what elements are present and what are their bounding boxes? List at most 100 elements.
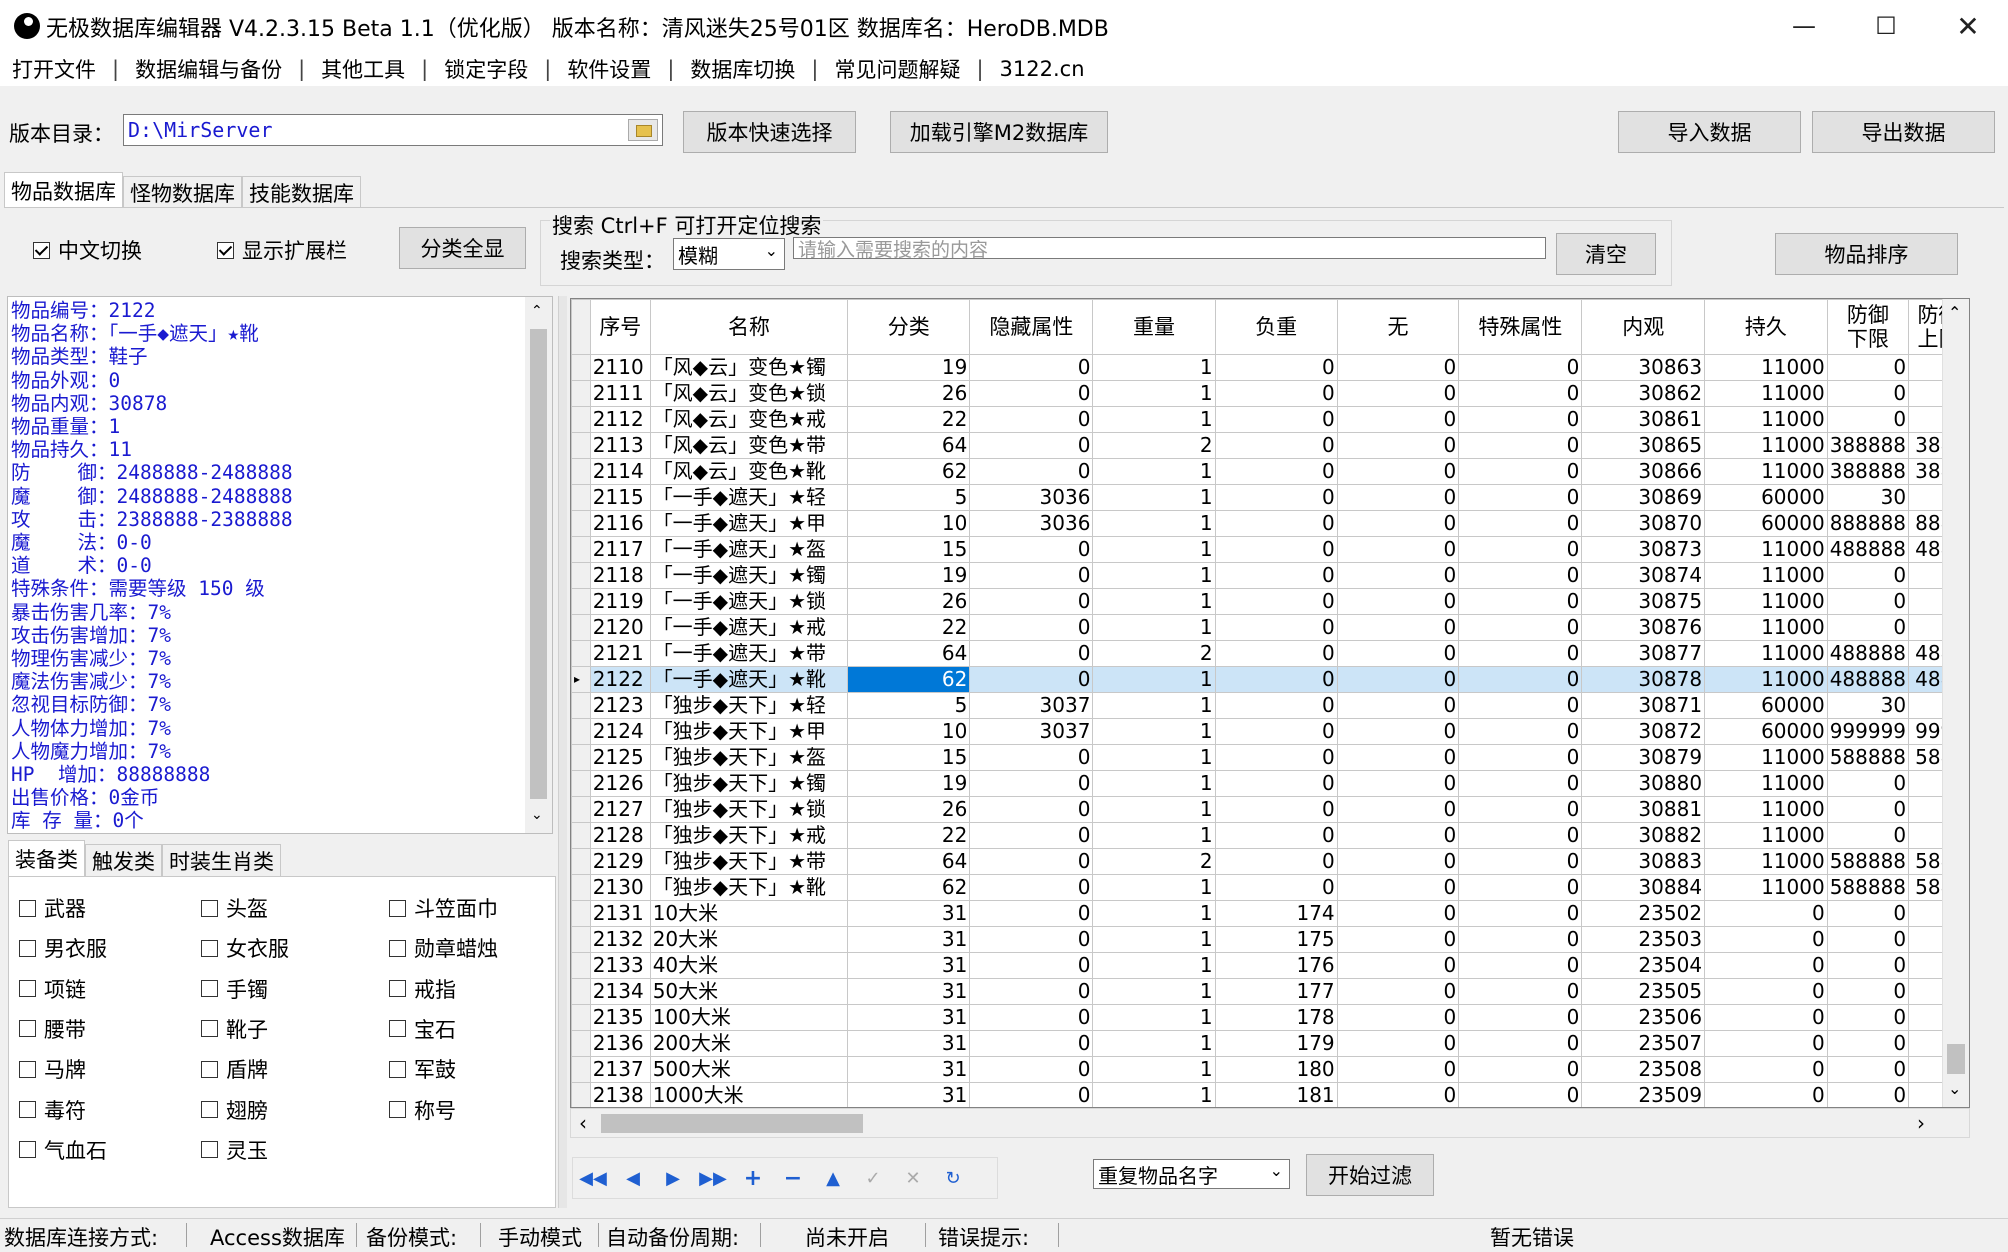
table-cell[interactable]: 179 [1214,1030,1338,1057]
table-row[interactable]: 2126 「独步◆天下」★镯 19 0 1 0 0 0 30880 11000 0 [571,770,1969,797]
table-cell[interactable]: 「风◆云」变色★锁 [649,380,849,407]
tab-skill-db[interactable]: 技能数据库 [242,176,361,208]
table-cell[interactable]: 0 [1458,848,1583,875]
table-cell[interactable]: 388888 [1826,458,1910,485]
table-cell[interactable]: 23507 [1581,1030,1706,1057]
category-checkbox[interactable] [201,980,218,998]
table-cell[interactable]: 3036 [969,484,1094,511]
table-cell[interactable]: 0 [1214,874,1338,901]
category-checkbox[interactable] [201,1141,218,1159]
table-cell[interactable]: 1 [1092,1082,1216,1107]
table-cell[interactable]: 「一手◆遮天」★轻 [649,484,849,511]
table-cell[interactable]: 23503 [1581,926,1706,953]
table-cell[interactable]: 30877 [1581,640,1706,667]
table-cell[interactable]: 0 [1214,536,1338,563]
table-row[interactable]: 2118 「一手◆遮天」★镯 19 0 1 0 0 0 30874 11000 0 [571,562,1969,589]
row-indicator[interactable] [571,380,591,407]
table-cell[interactable]: 3037 [969,692,1094,719]
row-indicator[interactable] [571,926,591,953]
table-cell[interactable]: 0 [1336,874,1460,901]
category-checkbox[interactable] [389,1101,406,1118]
table-cell[interactable]: 「风◆云」变色★镯 [649,354,849,381]
table-cell[interactable]: 0 [1826,1030,1910,1057]
search-input[interactable]: 请输入需要搜索的内容 [793,237,1546,261]
category-checkbox[interactable] [201,1101,218,1118]
table-cell[interactable]: 2129 [589,848,651,875]
table-cell[interactable]: 30862 [1581,380,1706,407]
table-cell[interactable]: 11000 [1704,536,1828,563]
row-indicator[interactable] [571,744,591,771]
table-row[interactable]: 2137 500大米 31 0 1 180 0 0 23508 0 0 [571,1056,1969,1083]
table-cell[interactable]: 0 [1336,640,1460,667]
table-cell[interactable]: 22 [847,406,971,433]
table-cell[interactable]: 40大米 [649,952,849,979]
category-checkbox[interactable] [389,980,406,998]
table-cell[interactable]: 31 [847,900,971,927]
table-cell[interactable]: 0 [1826,380,1910,407]
column-header[interactable]: 特殊属性 [1458,299,1583,355]
table-row[interactable]: 2135 100大米 31 0 1 178 0 0 23506 0 0 [571,1004,1969,1031]
column-header[interactable]: 负重 [1214,299,1338,355]
table-cell[interactable]: 0 [1214,692,1338,719]
table-cell[interactable]: 0 [1214,614,1338,641]
table-cell[interactable]: 0 [969,874,1094,901]
table-cell[interactable]: 2136 [589,1030,651,1057]
table-cell[interactable]: 0 [1214,380,1338,407]
table-cell[interactable]: 「独步◆天下」★靴 [649,874,849,901]
table-cell[interactable]: 0 [1826,562,1910,589]
table-cell[interactable]: 174 [1214,900,1338,927]
row-indicator[interactable] [571,406,591,433]
table-cell[interactable]: 0 [1336,406,1460,433]
table-cell[interactable]: 「独步◆天下」★锁 [649,796,849,823]
table-cell[interactable]: 11000 [1704,796,1828,823]
category-checkbox[interactable] [201,939,218,957]
tab-trigger[interactable]: 触发类 [85,844,162,876]
table-cell[interactable]: 30869 [1581,484,1706,511]
table-cell[interactable]: 0 [1458,744,1583,771]
table-row[interactable]: 2133 40大米 31 0 1 176 0 0 23504 0 0 [571,952,1969,979]
category-option[interactable]: 靴子 [201,1014,268,1044]
table-cell[interactable]: 11000 [1704,848,1828,875]
row-indicator[interactable] [571,432,591,459]
table-cell[interactable]: 0 [1826,1082,1910,1107]
table-cell[interactable]: 0 [1458,510,1583,537]
table-cell[interactable]: 1 [1092,588,1216,615]
tab-item-db[interactable]: 物品数据库 [4,172,123,208]
import-button[interactable]: 导入数据 [1618,111,1801,153]
table-cell[interactable]: 31 [847,926,971,953]
row-indicator[interactable] [571,510,591,537]
table-cell[interactable]: 5 [847,484,971,511]
table-cell[interactable]: 「一手◆遮天」★带 [649,640,849,667]
table-row[interactable]: 2138 1000大米 31 0 1 181 0 0 23509 0 0 [571,1082,1969,1107]
table-cell[interactable]: 11000 [1704,562,1828,589]
chinese-switch-checkbox[interactable] [33,241,50,259]
table-cell[interactable]: 0 [1458,770,1583,797]
table-cell[interactable]: 176 [1214,952,1338,979]
table-cell[interactable]: 2126 [589,770,651,797]
table-cell[interactable]: 11000 [1704,380,1828,407]
category-option[interactable]: 气血石 [19,1135,107,1165]
table-cell[interactable]: 11000 [1704,354,1828,381]
table-cell[interactable]: 1 [1092,796,1216,823]
table-cell[interactable]: 0 [1336,458,1460,485]
clear-button[interactable]: 清空 [1556,233,1656,275]
table-cell[interactable]: 1 [1092,666,1216,693]
table-cell[interactable]: 64 [847,640,971,667]
category-option[interactable]: 勋章蜡烛 [389,933,498,963]
table-cell[interactable]: 0 [969,1030,1094,1057]
category-checkbox[interactable] [201,1020,218,1038]
table-row[interactable]: 2116 「一手◆遮天」★甲 10 3036 1 0 0 0 30870 60000 888888 8… [571,510,1969,537]
column-header[interactable]: 防御 下限 [1826,299,1910,355]
table-cell[interactable]: 11000 [1704,614,1828,641]
table-cell[interactable]: 0 [1458,380,1583,407]
table-cell[interactable]: 0 [969,900,1094,927]
column-header[interactable]: 持久 [1704,299,1828,355]
table-cell[interactable]: 1000大米 [649,1082,849,1107]
table-cell[interactable]: 64 [847,848,971,875]
table-cell[interactable]: 0 [969,640,1094,667]
column-header[interactable]: 名称 [649,299,849,355]
table-cell[interactable]: 2112 [589,406,651,433]
category-option[interactable]: 男衣服 [19,933,107,963]
table-cell[interactable]: 11000 [1704,640,1828,667]
table-cell[interactable]: 「独步◆天下」★盔 [649,744,849,771]
